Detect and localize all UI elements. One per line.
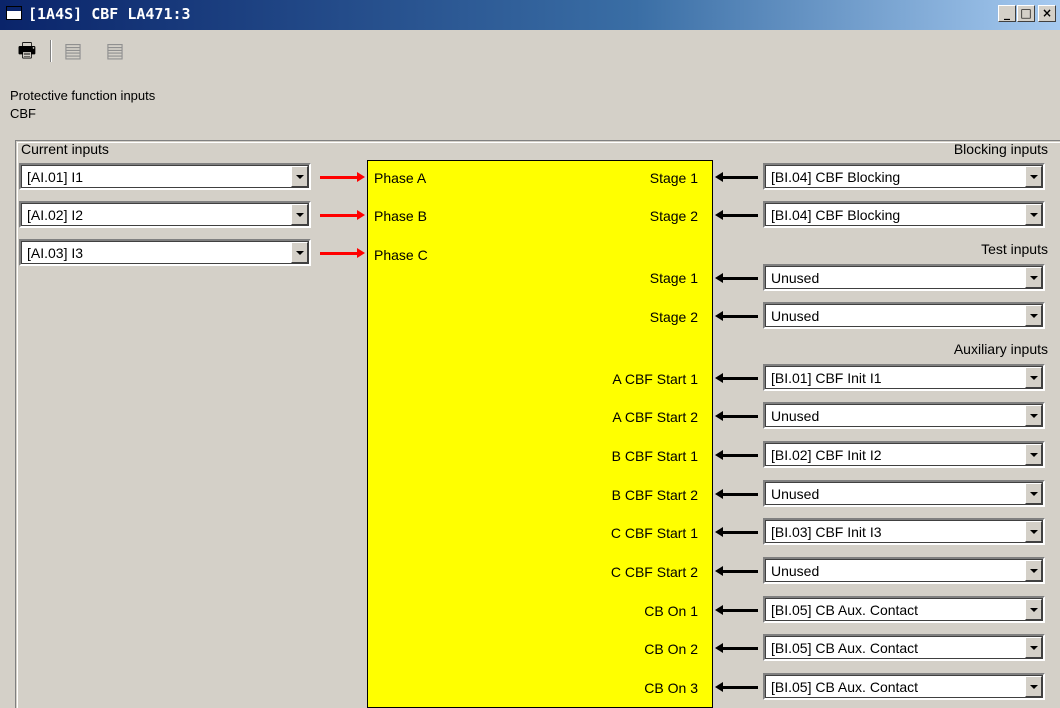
aux-input-value-6: Unused <box>771 563 820 579</box>
aux-input-select-5[interactable]: [BI.03] CBF Init I3 <box>763 518 1045 545</box>
current-input-select-1[interactable]: [AI.01] I1 <box>19 163 311 190</box>
test-input-value-1: Unused <box>771 270 820 286</box>
aux-input-select-3[interactable]: [BI.02] CBF Init I2 <box>763 441 1045 468</box>
current-input-value-3: [AI.03] I3 <box>27 245 84 261</box>
current-inputs-label: Current inputs <box>21 141 109 157</box>
window-icon <box>6 6 22 20</box>
input-arrow-8 <box>715 489 758 499</box>
input-arrow-6 <box>715 411 758 421</box>
chevron-down-icon[interactable] <box>1025 599 1042 620</box>
chevron-down-icon[interactable] <box>1025 521 1042 542</box>
window-title-bar[interactable]: [1A4S] CBF LA471:3 _ □ × <box>0 0 1060 30</box>
test-input-select-2[interactable]: Unused <box>763 302 1045 329</box>
current-input-select-2[interactable]: [AI.02] I2 <box>19 201 311 228</box>
pin-b-cbf-start-2: B CBF Start 2 <box>611 487 698 503</box>
import-icon[interactable]: ▤ <box>104 40 126 62</box>
blocking-inputs-label: Blocking inputs <box>953 141 1048 157</box>
chevron-down-icon[interactable] <box>291 242 308 263</box>
blocking-input-select-2[interactable]: [BI.04] CBF Blocking <box>763 201 1045 228</box>
toolbar-separator <box>50 40 52 62</box>
pin-cb-on-2: CB On 2 <box>644 641 698 657</box>
pin-test-stage-1: Stage 1 <box>649 270 698 286</box>
input-arrow-10 <box>715 566 758 576</box>
input-arrow-11 <box>715 605 758 615</box>
pin-c-cbf-start-2: C CBF Start 2 <box>610 564 698 580</box>
pin-blocking-stage-2: Stage 2 <box>649 208 698 224</box>
aux-input-select-4[interactable]: Unused <box>763 480 1045 507</box>
aux-input-value-4: Unused <box>771 486 820 502</box>
aux-input-value-2: Unused <box>771 408 820 424</box>
input-arrow-5 <box>715 373 758 383</box>
chevron-down-icon[interactable] <box>291 166 308 187</box>
chevron-down-icon[interactable] <box>1025 204 1042 225</box>
chevron-down-icon[interactable] <box>1025 483 1042 504</box>
pin-c-cbf-start-1: C CBF Start 1 <box>610 525 698 541</box>
pin-test-stage-2: Stage 2 <box>649 309 698 325</box>
pin-cb-on-3: CB On 3 <box>644 680 698 696</box>
pin-phase-a: Phase A <box>374 170 427 186</box>
pin-phase-b: Phase B <box>374 208 427 224</box>
chevron-down-icon[interactable] <box>1025 166 1042 187</box>
chevron-down-icon[interactable] <box>1025 305 1042 326</box>
pin-a-cbf-start-1: A CBF Start 1 <box>612 371 698 387</box>
chevron-down-icon[interactable] <box>1025 560 1042 581</box>
input-arrow-13 <box>715 682 758 692</box>
blocking-input-value-2: [BI.04] CBF Blocking <box>771 207 901 223</box>
input-arrow-12 <box>715 643 758 653</box>
current-arrow-3 <box>320 248 365 258</box>
test-input-select-1[interactable]: Unused <box>763 264 1045 291</box>
minimize-button[interactable]: _ <box>998 5 1016 22</box>
input-arrow-1 <box>715 172 758 182</box>
current-input-select-3[interactable]: [AI.03] I3 <box>19 239 311 266</box>
chevron-down-icon[interactable] <box>1025 405 1042 426</box>
window-title: [1A4S] CBF LA471:3 <box>28 5 191 23</box>
printer-icon[interactable]: 🖶 <box>16 40 38 62</box>
input-arrow-4 <box>715 311 758 321</box>
aux-input-select-2[interactable]: Unused <box>763 402 1045 429</box>
maximize-button[interactable]: □ <box>1017 5 1035 22</box>
close-button[interactable]: × <box>1038 5 1056 22</box>
chevron-down-icon[interactable] <box>1025 444 1042 465</box>
chevron-down-icon[interactable] <box>1025 637 1042 658</box>
input-arrow-3 <box>715 273 758 283</box>
aux-input-select-7[interactable]: [BI.05] CB Aux. Contact <box>763 596 1045 623</box>
aux-input-value-1: [BI.01] CBF Init I1 <box>771 370 882 386</box>
pin-b-cbf-start-1: B CBF Start 1 <box>611 448 698 464</box>
pin-a-cbf-start-2: A CBF Start 2 <box>612 409 698 425</box>
input-arrow-9 <box>715 527 758 537</box>
current-input-value-2: [AI.02] I2 <box>27 207 84 223</box>
test-input-value-2: Unused <box>771 308 820 324</box>
pin-phase-c: Phase C <box>374 247 428 263</box>
input-arrow-7 <box>715 450 758 460</box>
aux-input-select-9[interactable]: [BI.05] CB Aux. Contact <box>763 673 1045 700</box>
chevron-down-icon[interactable] <box>1025 676 1042 697</box>
aux-input-value-7: [BI.05] CB Aux. Contact <box>771 602 919 618</box>
chevron-down-icon[interactable] <box>1025 367 1042 388</box>
aux-input-value-5: [BI.03] CBF Init I3 <box>771 524 882 540</box>
aux-input-value-3: [BI.02] CBF Init I2 <box>771 447 882 463</box>
aux-input-select-8[interactable]: [BI.05] CB Aux. Contact <box>763 634 1045 661</box>
pin-cb-on-1: CB On 1 <box>644 603 698 619</box>
chevron-down-icon[interactable] <box>291 204 308 225</box>
blocking-input-value-1: [BI.04] CBF Blocking <box>771 169 901 185</box>
chevron-down-icon[interactable] <box>1025 267 1042 288</box>
current-arrow-1 <box>320 172 365 182</box>
header-line-1: Protective function inputs <box>10 88 156 103</box>
aux-input-select-6[interactable]: Unused <box>763 557 1045 584</box>
pin-blocking-stage-1: Stage 1 <box>649 170 698 186</box>
auxiliary-inputs-label: Auxiliary inputs <box>953 341 1048 357</box>
cbf-function-block: Phase A Phase B Phase C Stage 1 Stage 2 … <box>367 160 713 708</box>
current-arrow-2 <box>320 210 365 220</box>
aux-input-select-1[interactable]: [BI.01] CBF Init I1 <box>763 364 1045 391</box>
test-inputs-label: Test inputs <box>981 241 1048 257</box>
export-icon[interactable]: ▤ <box>62 40 84 62</box>
aux-input-value-8: [BI.05] CB Aux. Contact <box>771 640 919 656</box>
input-arrow-2 <box>715 210 758 220</box>
header-line-2: CBF <box>10 106 36 121</box>
blocking-input-select-1[interactable]: [BI.04] CBF Blocking <box>763 163 1045 190</box>
current-input-value-1: [AI.01] I1 <box>27 169 84 185</box>
aux-input-value-9: [BI.05] CB Aux. Contact <box>771 679 919 695</box>
